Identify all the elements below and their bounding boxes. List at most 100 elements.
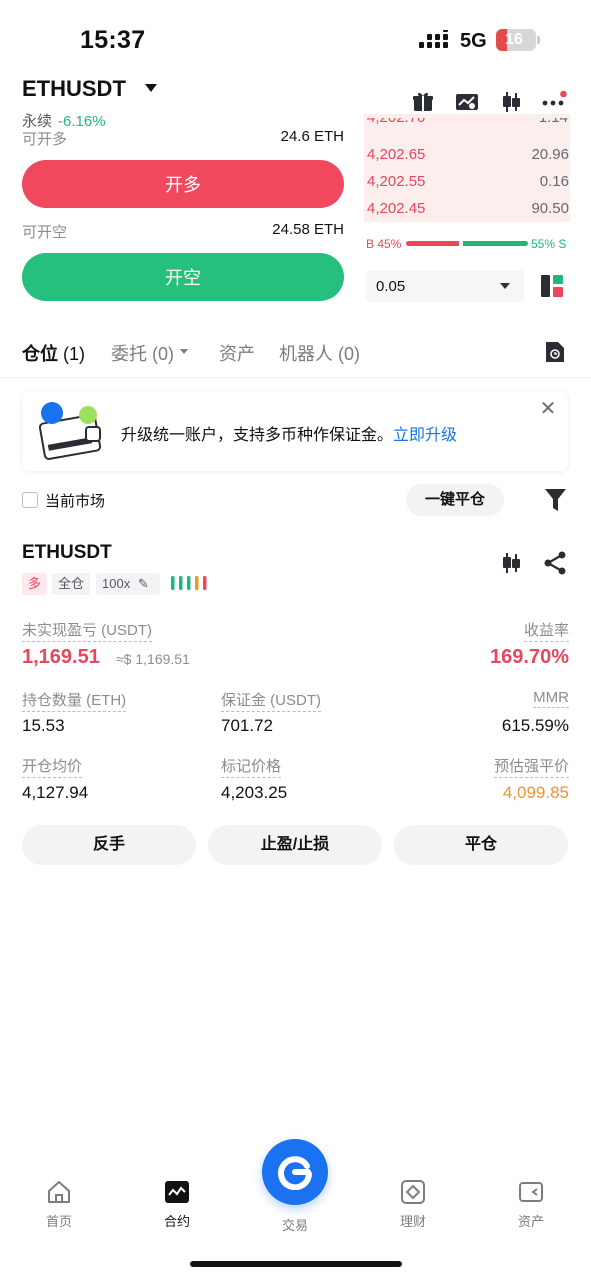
sell-ratio-label: 55% S [531,237,567,251]
entry-price-label[interactable]: 开仓均价 [22,755,83,778]
nav-futures[interactable]: 合约 [137,1179,217,1230]
more-icon[interactable] [542,90,567,114]
history-icon[interactable] [544,340,566,364]
home-icon [46,1179,72,1205]
banner-message: 升级统一账户，支持多币种作保证金。立即升级 [121,421,457,445]
trade-button[interactable] [262,1139,328,1205]
liq-price-label[interactable]: 预估强平价 [493,755,569,778]
nav-label: 合约 [163,1214,190,1229]
roe-label[interactable]: 收益率 [523,619,569,642]
candlestick-icon[interactable] [499,551,523,575]
ask-qty: 0.16 [539,173,569,190]
ask-qty: 1.14 [539,118,568,126]
position-symbol[interactable]: ETHUSDT [22,542,112,564]
ask-price: 4,202.70 [367,118,425,126]
chevron-down-icon [180,349,188,354]
tp-sl-button[interactable]: 止盈/止损 [208,825,382,865]
upgrade-link[interactable]: 立即升级 [393,427,457,444]
trade-icon [277,1154,313,1190]
gift-icon[interactable] [411,90,435,114]
tab-count: (0) [338,344,361,364]
entry-price-value: 4,127.94 [22,783,89,802]
orderbook-layout-icon[interactable] [541,275,563,297]
tab-label: 仓位 [22,344,58,364]
network-type: 5G [460,30,487,52]
mmr-label[interactable]: MMR [533,689,569,708]
battery-level: 16 [505,31,523,48]
nav-assets[interactable]: 资产 [491,1179,571,1230]
filter-icon[interactable] [545,489,566,511]
candlestick-icon[interactable] [499,90,523,114]
battery-cap [537,36,540,44]
nav-trade-label-wrap[interactable]: 交易 [255,1215,335,1234]
margin-mode-badge: 全仓 [52,573,91,595]
reverse-button[interactable]: 反手 [22,825,196,865]
tab-bots[interactable]: 机器人 (0) [279,340,360,366]
tab-orders[interactable]: 委托 (0) [111,340,174,366]
precision-select[interactable]: 0.05 [366,270,524,302]
can-long-label: 可开多 [22,131,68,148]
ask-price[interactable]: 4,202.55 [367,173,425,190]
tab-positions[interactable]: 仓位 (1) [22,340,85,366]
unrealized-pnl-label[interactable]: 未实现盈亏 (USDT) [22,619,152,642]
margin-label[interactable]: 保证金 (USDT) [221,689,321,712]
banner-text: 升级统一账户，支持多币种作保证金。 [121,427,394,444]
leverage-value: 100x [102,576,131,591]
earn-icon [400,1179,426,1205]
leverage-badge[interactable]: 100x ✎ [96,573,160,595]
symbol-title[interactable]: ETHUSDT [22,76,126,102]
unrealized-pnl-value: 1,169.51 [22,646,100,668]
unrealized-pnl-usd: ≈$ 1,169.51 [116,651,190,667]
tab-count: (1) [63,344,86,364]
buy-ratio-label: B 45% [366,237,402,251]
share-icon[interactable] [543,551,567,575]
ask-price[interactable]: 4,202.65 [367,146,425,163]
orderbook-row-clipped[interactable]: 4,202.70 1.14 [364,118,570,138]
tab-label: 委托 [111,344,147,364]
nav-label: 资产 [517,1214,544,1229]
status-time: 15:37 [80,26,146,54]
open-short-button[interactable]: 开空 [22,253,344,301]
margin-value: 701.72 [221,716,273,735]
wallet-icon [518,1179,544,1205]
mmr-value: 615.59% [501,716,569,735]
current-market-checkbox[interactable] [22,492,38,508]
chart-settings-icon[interactable] [455,90,479,114]
open-long-button[interactable]: 开多 [22,160,344,208]
roe-value: 169.70% [490,646,569,668]
can-short-value: 24.58 ETH [272,221,344,238]
futures-icon [164,1179,190,1205]
buy-sell-ratio-bar [406,241,528,246]
can-long-value: 24.6 ETH [280,128,344,145]
ask-qty: 20.96 [531,146,569,163]
mark-price-label[interactable]: 标记价格 [221,755,282,778]
current-market-label: 当前市场 [45,493,106,510]
ask-qty: 90.50 [531,200,569,217]
chevron-down-icon [500,283,510,289]
position-size-value: 15.53 [22,716,65,735]
nav-label: 理财 [399,1214,426,1229]
adl-indicator-icon [171,576,211,590]
nav-earn[interactable]: 理财 [373,1179,453,1230]
close-icon[interactable]: ✕ [538,399,558,419]
mark-price-value: 4,203.25 [221,783,288,802]
upgrade-banner[interactable]: 升级统一账户，支持多币种作保证金。立即升级 ✕ [22,391,568,471]
close-all-button[interactable]: 一键平仓 [406,484,504,516]
tab-label: 机器人 [279,344,333,364]
tabs-divider [0,377,591,378]
nav-home[interactable]: 首页 [19,1179,99,1230]
side-badge: 多 [22,573,48,595]
close-position-button[interactable]: 平仓 [394,825,568,865]
nav-label: 首页 [45,1214,72,1229]
tab-count: (0) [152,344,175,364]
wallet-illustration-icon [36,401,118,463]
signal-icon [419,30,451,50]
position-size-label[interactable]: 持仓数量 (ETH) [22,689,127,712]
ask-price[interactable]: 4,202.45 [367,200,425,217]
tab-assets[interactable]: 资产 [219,340,255,366]
home-indicator [190,1261,402,1267]
precision-value: 0.05 [376,278,406,295]
symbol-dropdown-icon[interactable] [145,84,157,92]
nav-label: 交易 [281,1218,308,1233]
can-short-label: 可开空 [22,224,68,241]
